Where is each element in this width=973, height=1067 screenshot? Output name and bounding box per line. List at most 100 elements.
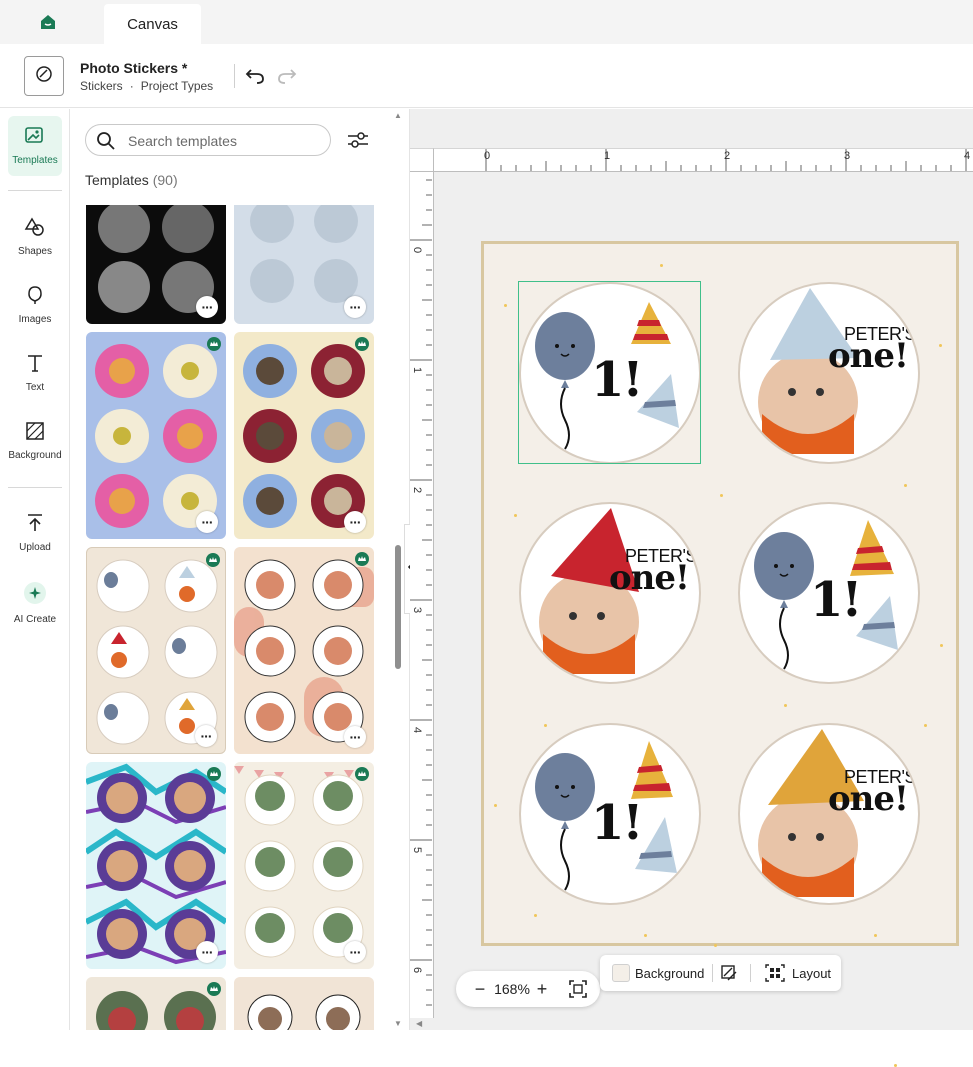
rail-label: Upload [19,542,51,553]
rail-item-text[interactable]: Text [8,343,62,403]
template-card[interactable] [86,977,226,1030]
template-more-button[interactable]: ··· [195,725,217,747]
sticker-photo[interactable]: PETER'S one! [519,502,701,684]
zoom-level[interactable]: 168% [494,981,530,997]
template-more-button[interactable]: ··· [196,511,218,533]
ruler-label: 1 [604,150,611,162]
premium-crown-icon [355,337,369,351]
sticker-photo[interactable]: PETER'S one! [738,282,920,464]
sticker-subline: one! [828,336,909,376]
template-more-button[interactable]: ··· [344,511,366,533]
scroll-left-arrow[interactable]: ◀ [416,1019,422,1028]
project-title[interactable]: Photo Stickers * [80,60,187,76]
zoom-control: − 168% + [456,971,600,1007]
template-card[interactable]: ··· [86,205,226,324]
templates-panel: Templates (90) ··· ··· ··· ··· ··· ··· ·… [70,109,410,1030]
horizontal-ruler: 0 1 2 3 4 [434,148,973,172]
rail-label: Background [8,450,62,461]
undo-button[interactable] [244,64,266,86]
templates-scrollbar-thumb[interactable] [395,545,401,669]
template-card[interactable]: ··· [86,547,226,754]
template-card[interactable]: ··· [234,332,374,539]
scroll-up-arrow[interactable]: ▲ [394,111,402,120]
breadcrumb-type[interactable]: Project Types [141,79,213,93]
edit-background-button[interactable] [720,964,738,982]
background-button[interactable]: Background [635,966,704,981]
template-card[interactable]: ··· [234,205,374,324]
sticker-balloon[interactable]: 1! [519,723,701,905]
ruler-label: 3 [844,150,851,162]
edit-background-icon [720,965,738,986]
home-icon [39,13,57,36]
sticker-headline: 1! [810,572,862,628]
template-more-button[interactable]: ··· [344,941,366,963]
redo-button[interactable] [276,64,298,86]
premium-crown-icon [207,982,221,996]
layout-icon[interactable] [764,963,786,983]
ruler-label: 4 [964,150,971,162]
ruler-label: 4 [411,726,424,734]
rail-item-upload[interactable]: Upload [8,503,62,563]
zoom-out-button[interactable]: − [472,979,488,999]
ruler-label: 2 [411,486,424,494]
zoom-in-button[interactable]: + [534,979,550,999]
background-color-swatch[interactable] [612,964,630,982]
template-more-button[interactable]: ··· [344,296,366,318]
ruler-label: 5 [411,846,424,854]
template-card[interactable]: ··· [86,332,226,539]
ruler-label: 0 [484,150,491,162]
sticker-balloon[interactable]: 1! [738,502,920,684]
toolbar-divider [712,964,713,982]
rail-item-ai-create[interactable]: AI Create [8,573,62,633]
toolbar-divider [750,964,751,982]
shapes-icon [24,217,46,242]
search-field[interactable] [85,124,331,156]
sticker-photo[interactable]: PETER'S one! [738,723,920,905]
ruler-label: 0 [411,246,424,254]
template-more-button[interactable]: ··· [344,726,366,748]
template-card[interactable]: ··· [234,762,374,969]
template-card[interactable] [234,977,374,1030]
breadcrumb-category[interactable]: Stickers [80,79,123,93]
filter-button[interactable] [347,129,369,151]
project-breadcrumb: Stickers · Project Types [80,79,213,93]
sticker-subline: one! [609,558,690,598]
template-more-button[interactable]: ··· [196,941,218,963]
scroll-down-arrow[interactable]: ▼ [394,1019,402,1028]
premium-crown-icon [355,552,369,566]
home-button[interactable] [36,12,60,36]
project-menu-button[interactable] [24,56,64,96]
ruler-label: 1 [411,366,424,374]
rail-item-templates[interactable]: Templates [8,116,62,176]
rail-item-background[interactable]: Background [8,411,62,471]
left-rail: Templates Shapes Images Text Background … [0,109,70,1030]
template-card[interactable]: ··· [86,762,226,969]
premium-crown-icon [207,337,221,351]
ruler-label: 2 [724,150,731,162]
ruler-corner [410,148,434,172]
background-icon [24,421,46,446]
templates-count: (90) [152,172,178,188]
ruler-label: 6 [411,966,424,974]
selection-box[interactable] [518,281,701,464]
premium-crown-icon [206,553,220,567]
templates-heading-label: Templates [85,172,149,188]
search-input[interactable] [128,131,318,151]
rail-item-images[interactable]: Images [8,275,62,335]
template-card[interactable]: ··· [234,547,374,754]
ruler-label: 3 [411,606,424,614]
tab-canvas[interactable]: Canvas [104,4,201,44]
rail-item-shapes[interactable]: Shapes [8,207,62,267]
layout-button[interactable]: Layout [792,966,831,981]
templates-heading: Templates (90) [85,172,178,188]
vertical-ruler: 0 1 2 3 4 5 6 [410,172,434,1018]
ai-create-icon [23,581,47,610]
rail-label: Templates [12,155,58,166]
background-layout-toolbar: Background Layout [600,955,841,991]
fit-to-screen-button[interactable] [568,979,588,999]
fit-screen-icon [568,980,588,1003]
template-more-button[interactable]: ··· [196,296,218,318]
project-logo-icon [34,64,54,89]
rail-divider [8,190,62,191]
filter-sliders-icon [347,132,369,155]
